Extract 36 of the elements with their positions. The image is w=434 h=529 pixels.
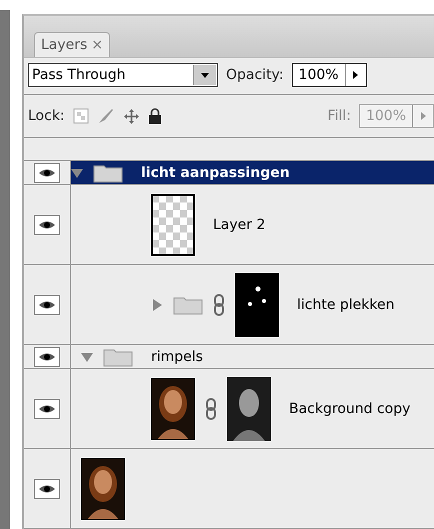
chain-link-icon[interactable] — [213, 294, 225, 316]
eye-icon[interactable] — [34, 162, 60, 182]
expand-triangle-icon[interactable] — [81, 350, 93, 362]
chain-link-icon[interactable] — [205, 398, 217, 420]
layer-name: Background copy — [289, 400, 410, 416]
move-icon[interactable] — [122, 108, 140, 124]
layer-row[interactable]: Layer 2 — [24, 185, 434, 265]
expand-triangle-icon[interactable] — [151, 298, 163, 310]
layers-tab[interactable]: Layers × — [34, 32, 110, 57]
lock-label: Lock: — [28, 108, 65, 124]
layer-name: licht aanpassingen — [141, 164, 290, 180]
folder-icon — [173, 294, 203, 314]
lock-icon[interactable] — [148, 108, 162, 124]
mask-thumbnail — [235, 272, 279, 336]
layer-row[interactable]: lichte plekken — [24, 265, 434, 345]
layer-name: Layer 2 — [213, 216, 266, 232]
fill-label: Fill: — [328, 108, 351, 124]
transparent-thumbnail — [151, 194, 195, 256]
eye-icon[interactable] — [34, 294, 60, 314]
layer-row[interactable]: rimpels — [24, 345, 434, 369]
eye-icon[interactable] — [34, 398, 60, 418]
folder-icon — [103, 346, 133, 366]
layer-name: rimpels — [151, 348, 203, 364]
opacity-label: Opacity: — [226, 67, 284, 83]
opacity-field[interactable]: 100% — [292, 63, 367, 87]
folder-icon — [93, 162, 123, 182]
layer-row[interactable] — [24, 449, 434, 529]
mask-thumbnail — [227, 376, 271, 440]
layer-name: lichte plekken — [297, 296, 394, 312]
eye-icon[interactable] — [34, 346, 60, 366]
eye-icon[interactable] — [34, 478, 60, 498]
close-icon[interactable]: × — [91, 37, 104, 53]
expand-triangle-icon[interactable] — [71, 166, 83, 178]
layer-row[interactable]: Background copy — [24, 369, 434, 449]
blend-mode-dropdown[interactable]: Pass Through — [28, 63, 218, 87]
eye-icon[interactable] — [34, 214, 60, 234]
